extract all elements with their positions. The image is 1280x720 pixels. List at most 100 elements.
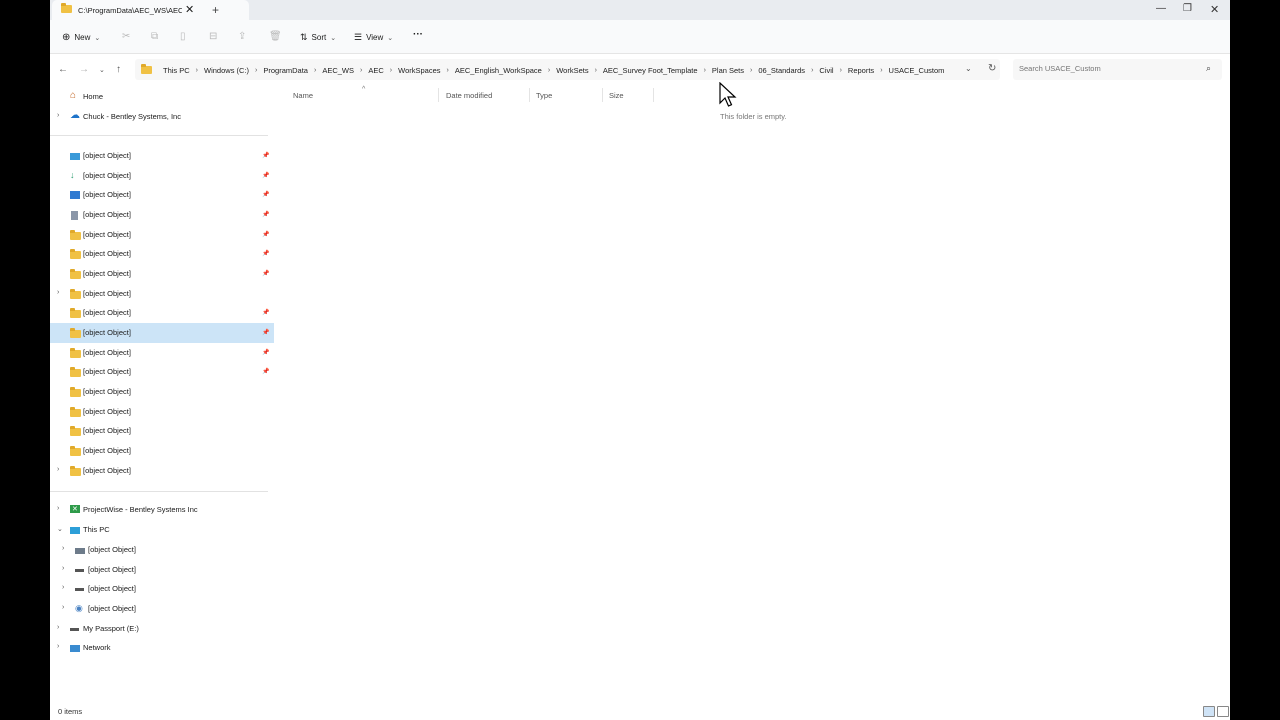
chevron-right-icon[interactable]: › — [62, 604, 64, 611]
breadcrumb-separator-icon[interactable]: › — [548, 67, 550, 74]
chevron-right-icon[interactable]: › — [62, 545, 64, 552]
sidebar-item-onedrive[interactable]: › ☁ Chuck - Bentley Systems, Inc — [50, 107, 274, 127]
search-box[interactable]: ⌕ — [1013, 59, 1222, 80]
breadcrumb-separator-icon[interactable]: › — [447, 67, 449, 74]
copy-icon[interactable]: ⧉ — [151, 31, 158, 42]
sidebar-item-network[interactable]: › Network — [50, 638, 274, 658]
sidebar-drive-item[interactable]: › [object Object] — [50, 540, 274, 560]
chevron-right-icon[interactable]: › — [57, 624, 59, 631]
sidebar-quick-access-item[interactable]: [object Object] 📌 — [50, 323, 274, 344]
sidebar-quick-access-item[interactable]: [object Object] 📌 — [50, 303, 274, 323]
breadcrumb-item[interactable]: Reports — [848, 66, 874, 75]
column-divider[interactable] — [602, 88, 603, 102]
sidebar-quick-access-item[interactable]: [object Object] 📌 — [50, 225, 274, 245]
sidebar-quick-access-item[interactable]: [object Object] 📌 — [50, 264, 274, 284]
breadcrumb-separator-icon[interactable]: › — [595, 67, 597, 74]
breadcrumb-item[interactable]: 06_Standards — [758, 66, 805, 75]
chevron-right-icon[interactable]: › — [62, 584, 64, 591]
column-divider[interactable] — [438, 88, 439, 102]
cut-icon[interactable]: ✂ — [122, 31, 130, 42]
sidebar-item-home[interactable]: ⌂ Home — [50, 87, 274, 107]
sidebar-quick-access-item[interactable]: › [object Object] — [50, 284, 274, 304]
share-icon[interactable]: ⇪ — [238, 31, 246, 42]
sidebar-quick-access-item[interactable]: [object Object] — [50, 421, 274, 441]
sidebar-quick-access-item[interactable]: [object Object] 📌 — [50, 146, 274, 166]
breadcrumb-item[interactable]: Civil — [819, 66, 833, 75]
breadcrumb-separator-icon[interactable]: › — [255, 67, 257, 74]
breadcrumb-item[interactable]: Plan Sets — [712, 66, 744, 75]
details-view-icon[interactable] — [1203, 706, 1215, 717]
paste-icon[interactable]: ▯ — [180, 31, 186, 42]
chevron-right-icon[interactable]: › — [57, 289, 59, 296]
sidebar-quick-access-item[interactable]: ↓ [object Object] 📌 — [50, 166, 274, 186]
breadcrumb-item[interactable]: ProgramData — [263, 66, 308, 75]
sidebar-item-projectwise[interactable]: › ✕ ProjectWise - Bentley Systems Inc — [50, 500, 274, 520]
breadcrumb-item[interactable]: WorkSpaces — [398, 66, 440, 75]
breadcrumb-item[interactable]: AEC_English_WorkSpace — [455, 66, 542, 75]
more-options-button[interactable]: ··· — [413, 29, 423, 40]
back-arrow-icon[interactable]: ← — [58, 64, 68, 75]
sidebar-quick-access-item[interactable]: [object Object] — [50, 382, 274, 402]
chevron-right-icon[interactable]: › — [57, 643, 59, 650]
sort-button[interactable]: ⇅ Sort ⌄ — [300, 32, 336, 43]
sidebar-quick-access-item[interactable]: [object Object] 📌 — [50, 343, 274, 363]
close-window-icon[interactable]: ✕ — [1210, 3, 1219, 16]
rename-icon[interactable]: ⊟ — [209, 31, 217, 42]
column-header-size[interactable]: Size — [609, 91, 624, 100]
breadcrumb-item[interactable]: AEC_WS — [322, 66, 354, 75]
chevron-right-icon[interactable]: › — [62, 565, 64, 572]
chevron-right-icon[interactable]: › — [57, 505, 59, 512]
sidebar-drive-item[interactable]: › ◉ [object Object] — [50, 599, 274, 619]
breadcrumb-separator-icon[interactable]: › — [840, 67, 842, 74]
sidebar-quick-access-item[interactable]: [object Object] 📌 — [50, 362, 274, 382]
restore-icon[interactable]: ❐ — [1183, 3, 1192, 14]
address-bar[interactable]: This PC › Windows (C:) › ProgramData › AEC_WS ›… — [135, 59, 1000, 80]
sidebar-item-this-pc[interactable]: ⌄ This PC — [50, 520, 274, 540]
column-divider[interactable] — [653, 88, 654, 102]
view-button[interactable]: ☰ View ⌄ — [354, 32, 393, 43]
breadcrumb-separator-icon[interactable]: › — [704, 67, 706, 74]
search-input[interactable] — [1017, 63, 1201, 74]
sidebar-quick-access-item[interactable]: [object Object] 📌 — [50, 205, 274, 225]
sidebar-quick-access-item[interactable]: [object Object] 📌 — [50, 244, 274, 264]
breadcrumb-separator-icon[interactable]: › — [750, 67, 752, 74]
breadcrumb-separator-icon[interactable]: › — [880, 67, 882, 74]
breadcrumb-item[interactable]: USACE_Custom — [889, 66, 945, 75]
delete-icon[interactable]: 🗑 — [269, 31, 282, 42]
column-header-type[interactable]: Type — [536, 91, 552, 100]
breadcrumb-separator-icon[interactable]: › — [390, 67, 392, 74]
forward-arrow-icon[interactable]: → — [79, 64, 89, 75]
large-icons-view-icon[interactable] — [1217, 706, 1229, 717]
new-tab-button[interactable]: + — [212, 3, 219, 17]
breadcrumb-item[interactable]: AEC — [368, 66, 383, 75]
breadcrumb-separator-icon[interactable]: › — [314, 67, 316, 74]
breadcrumb-item[interactable]: WorkSets — [556, 66, 588, 75]
refresh-icon[interactable]: ↻ — [988, 63, 996, 74]
breadcrumb-separator-icon[interactable]: › — [811, 67, 813, 74]
close-tab-button[interactable]: ✕ — [185, 3, 194, 16]
breadcrumb-item[interactable]: Windows (C:) — [204, 66, 249, 75]
sidebar-quick-access-item[interactable]: › [object Object] — [50, 461, 274, 481]
tab-current-folder[interactable]: C:\ProgramData\AEC_WS\AEC ✕ — [52, 0, 249, 20]
sidebar-drive-item[interactable]: › [object Object] — [50, 560, 274, 580]
breadcrumb-item[interactable]: This PC — [163, 66, 190, 75]
address-history-chevron-icon[interactable]: ⌄ — [965, 64, 972, 73]
breadcrumb-separator-icon[interactable]: › — [360, 67, 362, 74]
up-arrow-icon[interactable]: ↑ — [116, 64, 121, 75]
column-divider[interactable] — [529, 88, 530, 102]
column-header-name[interactable]: Name — [293, 91, 313, 100]
sidebar-drive-item[interactable]: › [object Object] — [50, 579, 274, 599]
breadcrumb-item[interactable]: AEC_Survey Foot_Template — [603, 66, 698, 75]
chevron-right-icon[interactable]: › — [57, 112, 59, 119]
column-header-date[interactable]: Date modified — [446, 91, 492, 100]
sidebar-quick-access-item[interactable]: [object Object] — [50, 402, 274, 422]
new-button[interactable]: ⊕ New ⌄ — [62, 32, 100, 43]
sidebar-quick-access-item[interactable]: [object Object] — [50, 441, 274, 461]
minimize-icon[interactable]: — — [1156, 3, 1166, 14]
recent-locations-chevron-icon[interactable]: ⌄ — [99, 66, 105, 74]
sidebar-quick-access-item[interactable]: [object Object] 📌 — [50, 185, 274, 205]
chevron-down-icon[interactable]: ⌄ — [57, 525, 63, 533]
chevron-right-icon[interactable]: › — [57, 466, 59, 473]
breadcrumb-separator-icon[interactable]: › — [196, 67, 198, 74]
sidebar-item-my-passport[interactable]: › My Passport (E:) — [50, 619, 274, 639]
